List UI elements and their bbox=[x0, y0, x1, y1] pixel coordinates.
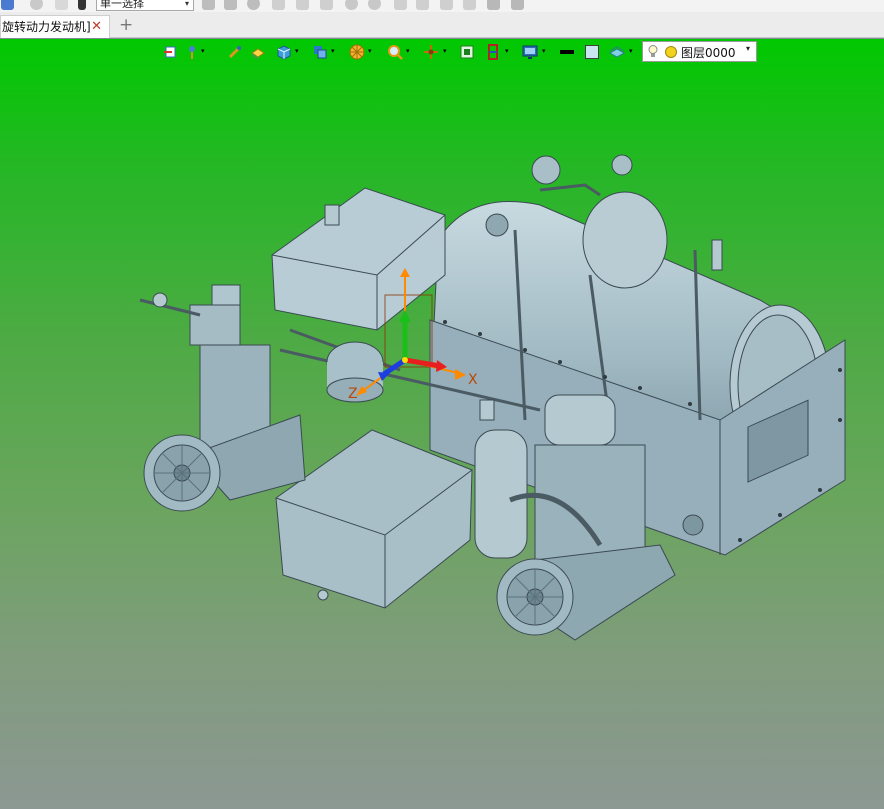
circle-icon[interactable] bbox=[345, 0, 358, 10]
point-icon[interactable] bbox=[440, 0, 453, 10]
upper-tank bbox=[271, 187, 446, 331]
mirror-icon[interactable] bbox=[511, 0, 524, 10]
lower-tank bbox=[275, 429, 473, 609]
trim-icon[interactable] bbox=[394, 0, 407, 10]
offset-icon[interactable] bbox=[463, 0, 476, 10]
chevron-down-icon: ▾ bbox=[184, 0, 189, 8]
new-tab-button[interactable]: + bbox=[119, 16, 133, 34]
spline-icon[interactable] bbox=[416, 0, 429, 10]
move-icon[interactable] bbox=[55, 0, 68, 10]
arc-icon[interactable] bbox=[368, 0, 381, 10]
curve-icon[interactable] bbox=[320, 0, 333, 10]
close-icon[interactable]: ✕ bbox=[91, 16, 102, 38]
frame-hole bbox=[682, 514, 704, 536]
undo-icon[interactable] bbox=[224, 0, 237, 10]
axis-label-x: X bbox=[468, 372, 478, 388]
main-toolbar: 单一选择 ▾ bbox=[0, 0, 884, 12]
3d-viewport[interactable]: ▾ ▾ ▾ ▾ ▾ ▾ ▾ ▾ ▾ 图层0000 ▾ X Z bbox=[0, 39, 884, 809]
save-icon[interactable] bbox=[78, 0, 86, 10]
3d-model[interactable]: X Z bbox=[0, 39, 884, 809]
tab-label: 旋转动力发动机] bbox=[2, 20, 91, 34]
vertical-tank bbox=[474, 429, 528, 559]
rotate-icon[interactable] bbox=[272, 0, 285, 10]
steam-dome bbox=[582, 191, 668, 289]
select-mode-value: 单一选择 bbox=[100, 0, 144, 10]
tab-document[interactable]: 旋转动力发动机] ✕ bbox=[0, 15, 110, 38]
home-icon[interactable] bbox=[30, 0, 43, 10]
axis-label-z: Z bbox=[348, 386, 358, 402]
left-engine bbox=[139, 284, 306, 512]
select-mode-dropdown[interactable]: 单一选择 ▾ bbox=[96, 0, 194, 11]
line-icon[interactable] bbox=[296, 0, 309, 10]
app-menu-icon[interactable] bbox=[1, 0, 14, 10]
pattern-icon[interactable] bbox=[487, 0, 500, 10]
document-tab-bar: 旋转动力发动机] ✕ + bbox=[0, 12, 884, 38]
pick-icon[interactable] bbox=[202, 0, 215, 10]
sketch-icon[interactable] bbox=[247, 0, 260, 10]
